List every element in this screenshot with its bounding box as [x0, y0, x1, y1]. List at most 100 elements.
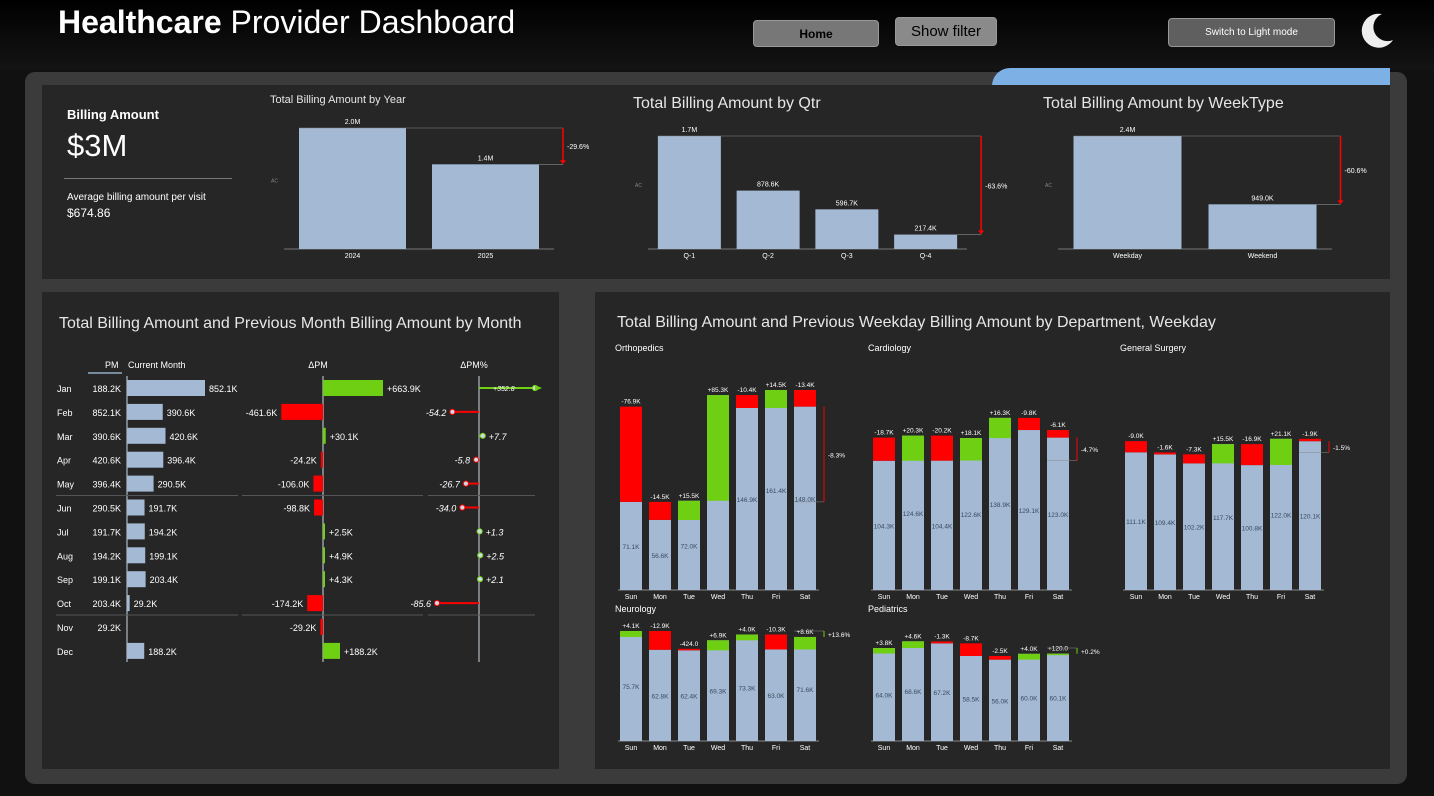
- dept-pediatrics-variance-label: +0.2%: [1081, 649, 1100, 656]
- dept-cardiology-day-label: Fri: [1025, 594, 1034, 601]
- qtr-chart-bar: [657, 136, 721, 249]
- delta-pm-pct-header: ΔPM%: [460, 360, 488, 370]
- dept-cardiology-delta-label: -18.7K: [874, 430, 894, 437]
- dept-orthopedics-delta-label: -13.4K: [795, 382, 815, 389]
- qtr-chart-value-label: 217.4K: [915, 226, 938, 233]
- dept-general-surgery-day-label: Wed: [1216, 594, 1230, 601]
- delta-pm-pct-value: -26.7: [439, 480, 461, 490]
- weektype-chart-category-label: Weekday: [1113, 253, 1143, 260]
- year-chart-bar: [432, 164, 539, 249]
- dept-pediatrics-value-label: 60.1K: [1050, 695, 1068, 702]
- dept-general-surgery-name: General Surgery: [1120, 343, 1187, 353]
- dept-general-surgery-day-label: Sun: [1130, 594, 1143, 601]
- dept-general-surgery-delta-bar: [1125, 441, 1147, 453]
- current-month-bar: [127, 451, 164, 468]
- dept-orthopedics-delta-label: +14.5K: [766, 382, 787, 389]
- current-month-value: 191.7K: [149, 504, 178, 514]
- delta-pm-pct-value: -34.0: [436, 504, 457, 514]
- dept-pediatrics-delta-label: +3.8K: [875, 640, 893, 647]
- year-chart-bar: [299, 128, 406, 249]
- dept-cardiology-delta-bar: [1047, 430, 1069, 438]
- current-month-bar: [127, 380, 205, 396]
- dept-general-surgery-value-label: 120.1K: [1300, 514, 1321, 521]
- year-chart-value-label: 2.0M: [345, 119, 361, 126]
- dept-cardiology-value-label: 129.1K: [1019, 508, 1040, 515]
- pm-value: 290.5K: [92, 504, 121, 514]
- dept-pediatrics-day-label: Tue: [936, 745, 948, 752]
- dept-orthopedics-delta-bar: [649, 501, 671, 520]
- dept-orthopedics-day-label: Mon: [653, 594, 667, 601]
- dept-pediatrics-delta-label: +120.0: [1048, 646, 1068, 653]
- delta-pm-pct-value: +2.5: [486, 551, 505, 561]
- current-month-value: 203.4K: [150, 575, 179, 585]
- dept-neurology-delta-bar: [765, 634, 787, 650]
- delta-pm-pct-value: -85.6: [410, 599, 431, 609]
- delta-pm-bar: [314, 499, 323, 516]
- dept-cardiology-delta-label: -20.2K: [932, 428, 952, 435]
- dept-cardiology-name: Cardiology: [868, 343, 912, 353]
- dept-neurology-day-label: Mon: [653, 745, 667, 752]
- current-month-bar: [127, 403, 163, 420]
- dept-neurology-day-label: Sat: [800, 745, 811, 752]
- dept-general-surgery-delta-bar: [1183, 454, 1205, 464]
- delta-pm-bar: [323, 547, 325, 564]
- delta-pm-value: -461.6K: [246, 408, 278, 418]
- qtr-chart-bar: [736, 190, 800, 249]
- delta-pm-pct-overflow-arrow: [535, 385, 542, 391]
- qtr-chart-value-label: 1.7M: [682, 127, 698, 134]
- dept-pediatrics-day-label: Mon: [906, 745, 920, 752]
- dept-cardiology-value-label: 104.4K: [932, 523, 953, 530]
- dept-general-surgery-variance-label: -1.5%: [1333, 445, 1350, 452]
- dept-pediatrics-delta-label: -2.5K: [992, 648, 1008, 655]
- dept-neurology-value-label: 69.3K: [710, 689, 728, 696]
- delta-pm-header: ΔPM: [308, 360, 328, 370]
- qtr-chart-category-label: Q-2: [762, 253, 774, 260]
- dept-pediatrics-delta-bar: [1047, 653, 1069, 656]
- dept-pediatrics-delta-label: -8.7K: [963, 635, 979, 642]
- delta-pm-pct-dot: [477, 552, 484, 559]
- delta-pm-pct-dot: [476, 528, 483, 535]
- dept-neurology-value-label: 62.8K: [652, 693, 670, 700]
- dept-orthopedics-delta-label: -76.9K: [621, 399, 641, 406]
- pm-value: 396.4K: [92, 480, 121, 490]
- dept-orthopedics-delta-label: -14.5K: [650, 494, 670, 501]
- delta-pm-pct-dot: [476, 576, 484, 583]
- dept-neurology-delta-label: +6.9K: [709, 632, 727, 639]
- month-label: Apr: [57, 456, 71, 466]
- qtr-chart-category-label: Q-1: [684, 253, 696, 260]
- dept-general-surgery-delta-bar: [1241, 444, 1263, 466]
- dept-general-surgery-delta-bar: [1270, 438, 1292, 465]
- dept-cardiology-delta-bar: [1018, 417, 1040, 431]
- weektype-chart-bar: [1208, 204, 1317, 249]
- dept-general-surgery-day-label: Tue: [1188, 594, 1200, 601]
- delta-pm-value: +188.2K: [344, 647, 378, 657]
- dept-cardiology-delta-label: -9.8K: [1021, 410, 1037, 417]
- dept-general-surgery-delta-label: -9.0K: [1128, 433, 1144, 440]
- dept-pediatrics-delta-bar: [1018, 653, 1040, 660]
- dept-neurology-day-label: Wed: [711, 745, 725, 752]
- current-month-bar: [127, 547, 146, 564]
- delta-pm-bar: [313, 475, 323, 492]
- dept-orthopedics-value-label: 71.1K: [623, 544, 641, 551]
- current-month-bar: [127, 642, 145, 659]
- dept-general-surgery-value-label: 102.2K: [1184, 525, 1205, 532]
- current-month-bar: [127, 595, 130, 612]
- pm-value: 390.6K: [92, 432, 121, 442]
- current-month-value: 29.2K: [134, 599, 158, 609]
- dept-pediatrics-delta-bar: [902, 641, 924, 649]
- dept-pediatrics-delta-bar: [960, 643, 982, 656]
- pm-value: 420.6K: [92, 456, 121, 466]
- dept-neurology-value-label: 71.6K: [797, 687, 815, 694]
- dept-neurology-variance-label: +13.6%: [828, 632, 850, 639]
- qtr-chart-value-label: 878.6K: [757, 182, 780, 189]
- year-chart-category-label: 2025: [478, 253, 494, 260]
- qtr-chart-variance-arrow: [978, 230, 985, 235]
- delta-pm-pct-value: +1.3: [486, 527, 504, 537]
- dept-general-surgery-value-label: 100.8K: [1242, 526, 1263, 533]
- dept-cardiology-delta-bar: [989, 417, 1011, 439]
- dept-pediatrics-day-label: Thu: [994, 745, 1006, 752]
- delta-pm-bar: [320, 451, 323, 468]
- dept-cardiology-day-label: Wed: [964, 594, 978, 601]
- dept-orthopedics-day-label: Sat: [800, 594, 811, 601]
- weektype-chart-value-label: 949.0K: [1251, 195, 1274, 202]
